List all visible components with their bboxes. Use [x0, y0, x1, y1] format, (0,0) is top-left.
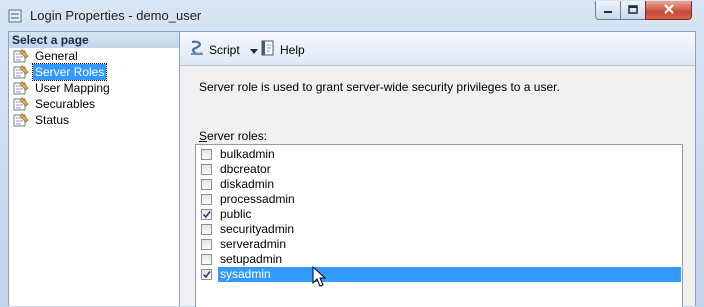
server-role-checkbox[interactable]	[201, 269, 212, 280]
page-wrench-icon	[13, 97, 29, 111]
minimize-icon	[603, 3, 613, 17]
server-role-label: serveradmin	[220, 237, 287, 251]
select-page-pane: Select a page General Server Roles User …	[8, 31, 180, 306]
server-role-row[interactable]: serveradmin	[199, 237, 681, 252]
dropdown-arrow-icon[interactable]	[249, 43, 258, 57]
server-role-description: Server role is used to grant server-wide…	[199, 80, 560, 94]
minimize-button[interactable]	[595, 1, 621, 20]
close-icon	[663, 3, 675, 17]
checkmark-icon	[202, 271, 211, 279]
server-role-checkbox[interactable]	[201, 179, 212, 190]
mouse-cursor-icon	[312, 265, 327, 288]
help-book-icon	[260, 40, 276, 59]
checkmark-icon	[202, 211, 211, 219]
nav-item-label: User Mapping	[35, 81, 110, 95]
maximize-icon	[628, 3, 638, 17]
help-label: Help	[280, 42, 305, 57]
script-button[interactable]: Script	[189, 40, 258, 59]
nav-item-label: Server Roles	[31, 63, 108, 81]
server-role-label: securityadmin	[220, 222, 295, 236]
server-role-row[interactable]: bulkadmin	[199, 147, 681, 162]
title-bar[interactable]: Login Properties - demo_user	[0, 0, 704, 32]
window-title: Login Properties - demo_user	[30, 8, 202, 23]
nav-item-label: Securables	[35, 97, 96, 111]
script-label: Script	[209, 42, 240, 57]
server-role-label: processadmin	[220, 192, 295, 206]
help-button[interactable]: Help	[260, 40, 305, 59]
server-role-row[interactable]: public	[199, 207, 681, 222]
server-role-row[interactable]: securityadmin	[199, 222, 681, 237]
nav-item-status[interactable]: Status	[9, 112, 179, 128]
select-page-header: Select a page	[9, 32, 179, 48]
page-wrench-icon	[13, 113, 29, 127]
server-role-label: sysadmin	[218, 267, 681, 282]
page-content: Script Help Server role is used to grant…	[180, 31, 696, 307]
server-role-checkbox[interactable]	[201, 149, 212, 160]
server-role-checkbox[interactable]	[201, 224, 212, 235]
page-list: General Server Roles User Mapping Secura…	[9, 48, 179, 128]
server-role-label: dbcreator	[220, 162, 271, 176]
server-role-label: diskadmin	[220, 177, 275, 191]
server-role-row[interactable]: dbcreator	[199, 162, 681, 177]
script-icon	[189, 40, 205, 59]
login-properties-window: Login Properties - demo_user Select a pa…	[0, 0, 704, 307]
server-role-label: public	[220, 207, 252, 221]
server-role-checkbox[interactable]	[201, 164, 212, 175]
server-role-label: setupadmin	[220, 252, 283, 266]
page-wrench-icon	[13, 81, 29, 95]
server-role-row[interactable]: processadmin	[199, 192, 681, 207]
server-role-label: bulkadmin	[220, 147, 275, 161]
nav-item-securables[interactable]: Securables	[9, 96, 179, 112]
server-roles-label: Server roles:	[199, 129, 267, 143]
page-wrench-icon	[13, 65, 29, 79]
toolbar: Script Help	[180, 32, 695, 66]
server-role-checkbox[interactable]	[201, 254, 212, 265]
server-role-row[interactable]: diskadmin	[199, 177, 681, 192]
maximize-button[interactable]	[620, 1, 646, 20]
nav-item-server-roles[interactable]: Server Roles	[9, 63, 179, 81]
nav-item-general[interactable]: General	[9, 48, 179, 64]
access-key-letter: S	[199, 129, 208, 143]
server-role-checkbox[interactable]	[201, 209, 212, 220]
server-role-row[interactable]: sysadmin	[199, 267, 681, 282]
server-roles-label-text: erver roles:	[207, 129, 268, 143]
nav-item-user-mapping[interactable]: User Mapping	[9, 80, 179, 96]
server-role-checkbox[interactable]	[201, 194, 212, 205]
server-roles-list[interactable]: bulkadmin dbcreator diskadmin processadmin p…	[195, 144, 683, 307]
server-role-checkbox[interactable]	[201, 239, 212, 250]
nav-item-label: Status	[35, 113, 70, 127]
server-role-row[interactable]: setupadmin	[199, 252, 681, 267]
nav-item-label: General	[35, 49, 78, 63]
app-icon	[8, 9, 22, 23]
page-wrench-icon	[13, 49, 29, 63]
close-button[interactable]	[645, 1, 692, 20]
